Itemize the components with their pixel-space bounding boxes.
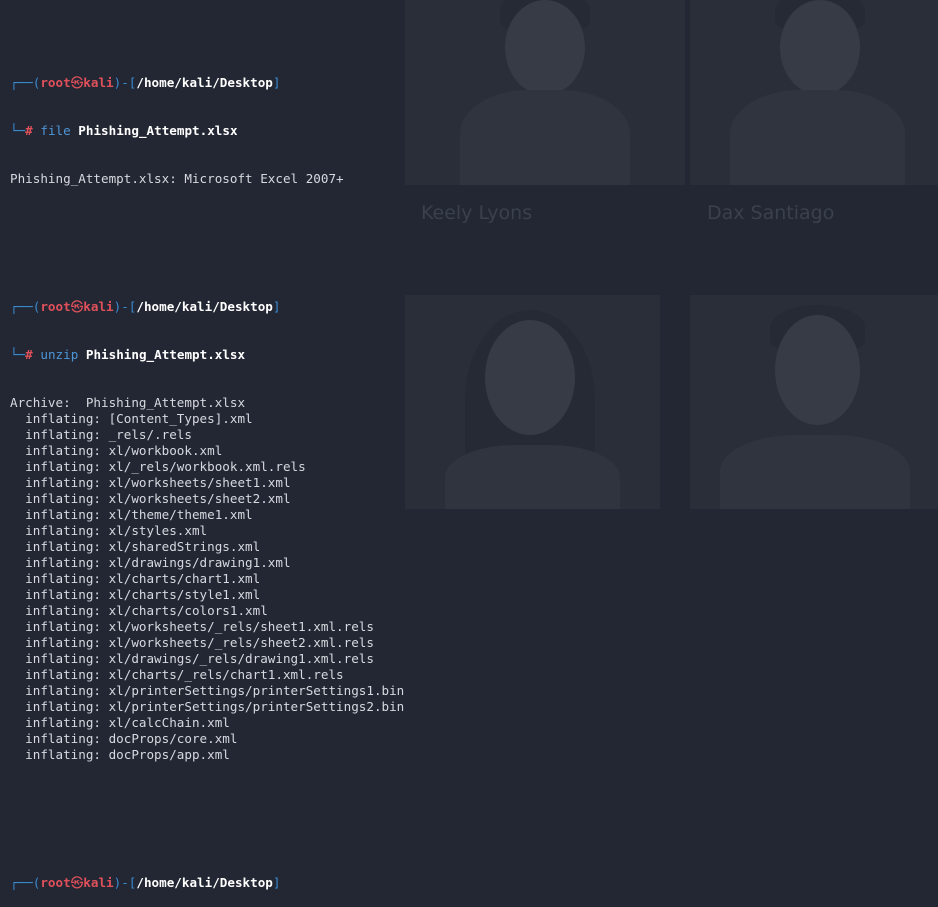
output-line: inflating: xl/drawings/_rels/drawing1.xm… — [10, 651, 374, 666]
team-member-name-1: Keely Lyons — [421, 202, 533, 224]
output-line: inflating: _rels/.rels — [10, 427, 192, 442]
team-photo-4 — [690, 295, 938, 509]
output-line: inflating: xl/calcChain.xml — [10, 715, 230, 730]
output-line: inflating: xl/sharedStrings.xml — [10, 539, 261, 554]
output-line: inflating: xl/styles.xml — [10, 523, 208, 538]
terminal-output[interactable]: ┌──(root㉿kali)-[/home/kali/Desktop] └─# … — [10, 11, 404, 907]
output-line: inflating: xl/theme/theme1.xml — [10, 507, 253, 522]
output-line: inflating: xl/printerSettings/printerSet… — [10, 683, 405, 698]
output-line: Phishing_Attempt.xlsx: Microsoft Excel 2… — [10, 171, 344, 186]
command-name: unzip — [40, 347, 79, 362]
command-line: └─# file Phishing_Attempt.xlsx — [10, 123, 238, 138]
prompt-host: kali — [83, 875, 114, 890]
output-line: inflating: xl/worksheets/sheet2.xml — [10, 491, 291, 506]
output-line: inflating: [Content_Types].xml — [10, 411, 253, 426]
prompt-line: ┌──(root㉿kali)-[/home/kali/Desktop] — [10, 875, 281, 890]
output-line: inflating: docProps/core.xml — [10, 731, 238, 746]
output-line: inflating: xl/charts/chart1.xml — [10, 571, 261, 586]
output-line: inflating: xl/worksheets/_rels/sheet2.xm… — [10, 635, 374, 650]
unzip-output: Archive: Phishing_Attempt.xlsx inflating… — [10, 395, 404, 763]
prompt-path: /home/kali/Desktop — [136, 75, 273, 90]
command-argument: Phishing_Attempt.xlsx — [78, 123, 238, 138]
team-photo-3 — [405, 295, 660, 509]
prompt-host: kali — [83, 75, 114, 90]
skull-icon: ㉿ — [70, 875, 84, 890]
prompt-path: /home/kali/Desktop — [136, 299, 273, 314]
output-line: inflating: xl/workbook.xml — [10, 443, 223, 458]
output-line: inflating: docProps/app.xml — [10, 747, 230, 762]
prompt-user: root — [40, 875, 71, 890]
output-line: inflating: xl/worksheets/sheet1.xml — [10, 475, 291, 490]
team-photo-1 — [405, 0, 685, 185]
prompt-line: ┌──(root㉿kali)-[/home/kali/Desktop] — [10, 299, 281, 314]
skull-icon: ㉿ — [70, 75, 84, 90]
prompt-line: ┌──(root㉿kali)-[/home/kali/Desktop] — [10, 75, 281, 90]
command-argument: Phishing_Attempt.xlsx — [85, 347, 246, 362]
prompt-path: /home/kali/Desktop — [136, 875, 273, 890]
output-line: Archive: Phishing_Attempt.xlsx — [10, 395, 246, 410]
output-line: inflating: xl/printerSettings/printerSet… — [10, 699, 405, 714]
output-line: inflating: xl/charts/_rels/chart1.xml.re… — [10, 667, 344, 682]
output-line: inflating: xl/worksheets/_rels/sheet1.xm… — [10, 619, 374, 634]
prompt-host: kali — [83, 299, 114, 314]
team-photo-2 — [690, 0, 938, 185]
command-name: file — [40, 123, 71, 138]
skull-icon: ㉿ — [70, 299, 84, 314]
prompt-user: root — [40, 75, 71, 90]
command-line: └─# unzip Phishing_Attempt.xlsx — [10, 347, 246, 362]
output-line: inflating: xl/charts/colors1.xml — [10, 603, 268, 618]
team-member-name-2: Dax Santiago — [707, 202, 835, 224]
prompt-user: root — [40, 299, 71, 314]
output-line: inflating: xl/charts/style1.xml — [10, 587, 261, 602]
output-line: inflating: xl/_rels/workbook.xml.rels — [10, 459, 306, 474]
output-line: inflating: xl/drawings/drawing1.xml — [10, 555, 291, 570]
